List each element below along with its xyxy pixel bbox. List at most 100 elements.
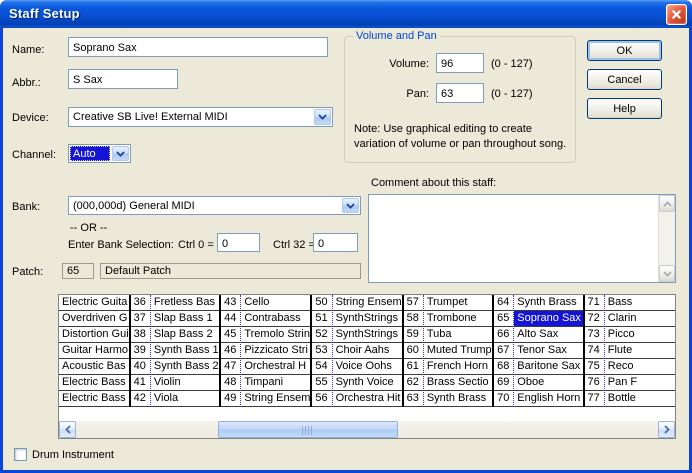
patch-number-cell[interactable]: 64 bbox=[494, 295, 513, 311]
patch-name-cell[interactable]: SynthStrings bbox=[333, 311, 402, 327]
patch-name-cell[interactable]: Synth Bass 1 bbox=[151, 343, 219, 359]
patch-name-cell[interactable]: Flute bbox=[605, 343, 675, 359]
patch-name-cell[interactable]: Voice Oohs bbox=[333, 359, 402, 375]
patch-name-cell[interactable]: Guitar Harmo bbox=[59, 343, 129, 359]
patch-number-cell[interactable]: 77 bbox=[585, 391, 604, 407]
patch-name-cell[interactable]: Slap Bass 1 bbox=[151, 311, 219, 327]
patch-name-cell[interactable]: Synth Bass 2 bbox=[151, 359, 219, 375]
bank-combo-button[interactable] bbox=[342, 198, 359, 213]
comment-vertical-scrollbar[interactable] bbox=[658, 195, 675, 282]
patch-name-cell[interactable]: Electric Bass bbox=[59, 391, 129, 407]
patch-name-cell[interactable]: Acoustic Bas bbox=[59, 359, 129, 375]
patch-name-cell[interactable]: Bottle bbox=[605, 391, 675, 407]
patch-name-cell[interactable]: Overdriven G bbox=[59, 311, 129, 327]
cancel-button[interactable]: Cancel bbox=[587, 69, 662, 90]
patch-number-cell[interactable]: 43 bbox=[221, 295, 240, 311]
patch-number-cell[interactable]: 73 bbox=[585, 327, 604, 343]
patch-number-cell[interactable]: 65 bbox=[494, 311, 513, 327]
patch-name-cell[interactable]: Distortion Gui bbox=[59, 327, 129, 343]
patch-number-cell[interactable]: 68 bbox=[494, 359, 513, 375]
patch-name-cell[interactable]: Viola bbox=[151, 391, 219, 407]
patch-number-cell[interactable]: 70 bbox=[494, 391, 513, 407]
patch-name-cell[interactable]: Tuba bbox=[424, 327, 492, 343]
patch-number-cell[interactable]: 36 bbox=[131, 295, 150, 311]
patch-number-cell[interactable]: 53 bbox=[312, 343, 331, 359]
patch-number-cell[interactable]: 72 bbox=[585, 311, 604, 327]
patch-name-cell[interactable]: Contrabass bbox=[241, 311, 310, 327]
patch-name-cell[interactable]: Pan F bbox=[605, 375, 675, 391]
patch-number-cell[interactable]: 38 bbox=[131, 327, 150, 343]
patch-name-cell[interactable]: Trumpet bbox=[424, 295, 492, 311]
patch-number-cell[interactable]: 45 bbox=[221, 327, 240, 343]
patch-name-cell[interactable]: Tenor Sax bbox=[514, 343, 582, 359]
abbr-input[interactable] bbox=[68, 69, 178, 89]
patch-name-cell[interactable]: Fretless Bas bbox=[151, 295, 219, 311]
patch-number-cell[interactable]: 55 bbox=[312, 375, 331, 391]
titlebar[interactable]: Staff Setup bbox=[0, 0, 692, 28]
patch-name-cell[interactable]: Synth Brass bbox=[424, 391, 492, 407]
patch-name-cell[interactable]: Tremolo Strin bbox=[241, 327, 310, 343]
patch-number-cell[interactable]: 71 bbox=[585, 295, 604, 311]
patch-name-cell[interactable]: Picco bbox=[605, 327, 675, 343]
patch-number-cell[interactable]: 74 bbox=[585, 343, 604, 359]
patch-name-cell[interactable]: Soprano Sax bbox=[514, 311, 582, 327]
device-combo-button[interactable] bbox=[314, 109, 331, 125]
patch-name-cell[interactable]: String Ensem bbox=[241, 391, 310, 407]
bank-combo[interactable]: (000,000d) General MIDI bbox=[68, 196, 361, 215]
ctrl32-input[interactable] bbox=[313, 233, 358, 252]
patch-number-cell[interactable]: 59 bbox=[404, 327, 423, 343]
patch-name-cell[interactable]: Reco bbox=[605, 359, 675, 375]
patch-name-cell[interactable]: Bass bbox=[605, 295, 675, 311]
pan-input[interactable] bbox=[436, 83, 484, 103]
patch-number-cell[interactable]: 69 bbox=[494, 375, 513, 391]
channel-combo[interactable]: Auto bbox=[68, 144, 131, 163]
patch-name-cell[interactable]: Synth Brass bbox=[514, 295, 582, 311]
scroll-right-button[interactable] bbox=[658, 421, 675, 438]
drum-instrument-checkbox[interactable] bbox=[14, 448, 27, 461]
patch-name-cell[interactable]: Choir Aahs bbox=[333, 343, 402, 359]
patch-number-cell[interactable]: 46 bbox=[221, 343, 240, 359]
scroll-left-button[interactable] bbox=[59, 421, 76, 438]
patch-name-cell[interactable]: Pizzicato Stri bbox=[241, 343, 310, 359]
patch-number-cell[interactable]: 61 bbox=[404, 359, 423, 375]
patch-number-cell[interactable]: 41 bbox=[131, 375, 150, 391]
patch-number-cell[interactable]: 50 bbox=[312, 295, 331, 311]
patch-name-cell[interactable]: French Horn bbox=[424, 359, 492, 375]
patch-number-cell[interactable]: 47 bbox=[221, 359, 240, 375]
channel-combo-button[interactable] bbox=[112, 146, 129, 161]
patch-number-cell[interactable]: 56 bbox=[312, 391, 331, 407]
ok-button[interactable]: OK bbox=[587, 40, 662, 61]
patch-number-cell[interactable]: 48 bbox=[221, 375, 240, 391]
patch-number-cell[interactable]: 60 bbox=[404, 343, 423, 359]
patch-name-cell[interactable]: SynthStrings bbox=[333, 327, 402, 343]
patch-number-cell[interactable]: 51 bbox=[312, 311, 331, 327]
patch-number-cell[interactable]: 57 bbox=[404, 295, 423, 311]
patch-name-cell[interactable]: Alto Sax bbox=[514, 327, 582, 343]
patch-name-cell[interactable]: Trombone bbox=[424, 311, 492, 327]
patch-number-cell[interactable]: 75 bbox=[585, 359, 604, 375]
patch-name-cell[interactable]: Violin bbox=[151, 375, 219, 391]
patch-name-cell[interactable]: Cello bbox=[241, 295, 310, 311]
patch-number-cell[interactable]: 58 bbox=[404, 311, 423, 327]
patch-name-cell[interactable]: Electric Bass bbox=[59, 375, 129, 391]
patch-number-cell[interactable]: 66 bbox=[494, 327, 513, 343]
patch-name-cell[interactable]: String Ensem bbox=[333, 295, 402, 311]
scroll-down-button[interactable] bbox=[659, 265, 675, 282]
patch-number-cell[interactable]: 67 bbox=[494, 343, 513, 359]
help-button[interactable]: Help bbox=[587, 98, 662, 119]
patch-name-cell[interactable]: Muted Trump bbox=[424, 343, 492, 359]
patch-number-cell[interactable]: 40 bbox=[131, 359, 150, 375]
patch-number-cell[interactable]: 54 bbox=[312, 359, 331, 375]
patch-name-cell[interactable]: Orchestra Hit bbox=[333, 391, 402, 407]
patch-number-cell[interactable]: 44 bbox=[221, 311, 240, 327]
device-combo[interactable]: Creative SB Live! External MIDI bbox=[68, 107, 333, 127]
patch-name-cell[interactable]: Brass Sectio bbox=[424, 375, 492, 391]
scroll-up-button[interactable] bbox=[659, 195, 675, 212]
patch-number-cell[interactable]: 63 bbox=[404, 391, 423, 407]
patch-number-cell[interactable]: 49 bbox=[221, 391, 240, 407]
patch-name-cell[interactable]: Orchestral H bbox=[241, 359, 310, 375]
patch-name-cell[interactable]: Electric Guita bbox=[59, 295, 129, 311]
patch-name-cell[interactable]: Timpani bbox=[241, 375, 310, 391]
patch-name-cell[interactable]: Slap Bass 2 bbox=[151, 327, 219, 343]
ctrl0-input[interactable] bbox=[217, 233, 260, 252]
